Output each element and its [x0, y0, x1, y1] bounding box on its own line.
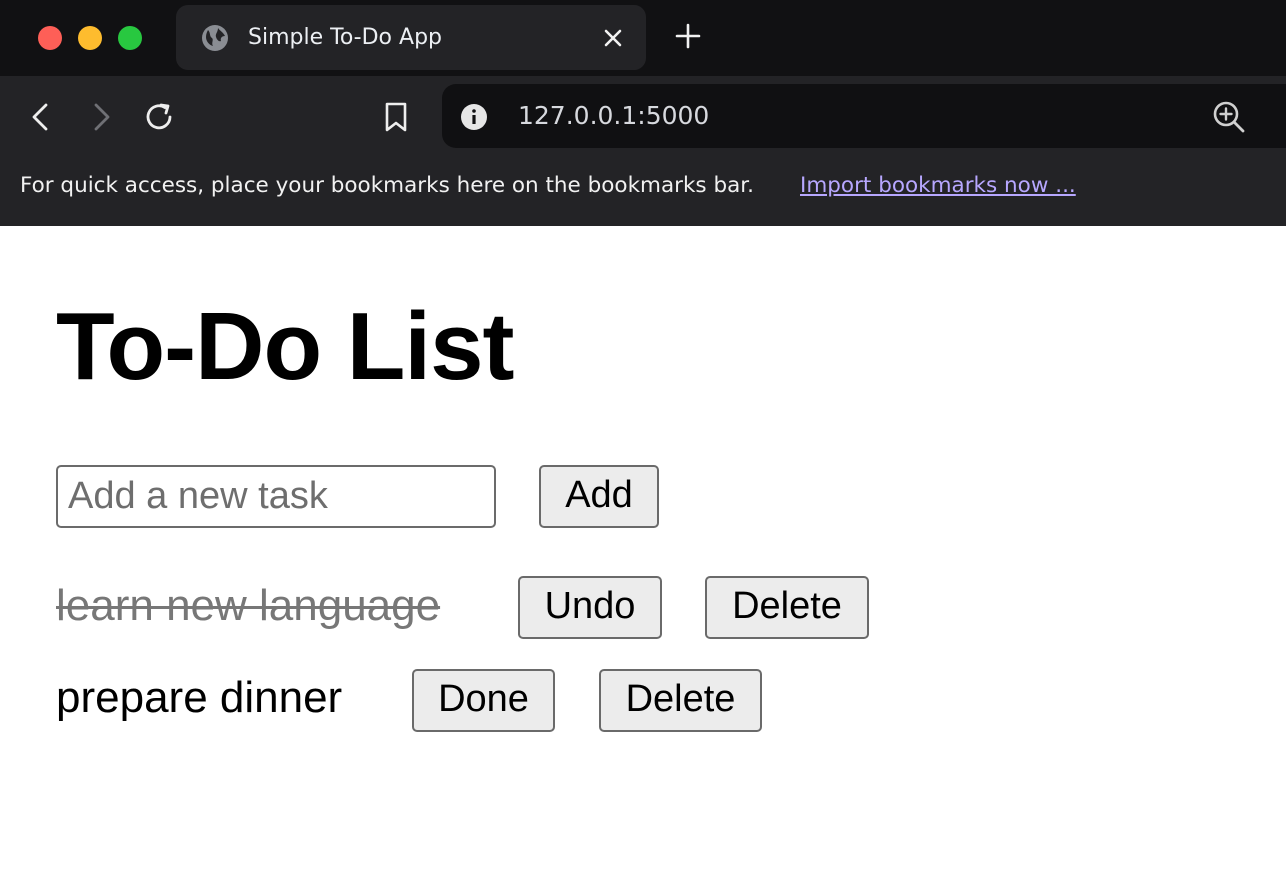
task-text: prepare dinner — [56, 673, 343, 722]
reload-icon[interactable] — [143, 100, 177, 134]
add-button[interactable]: Add — [539, 465, 659, 528]
page-title: To-Do List — [56, 293, 514, 400]
close-window-button[interactable] — [38, 26, 62, 50]
delete-button[interactable]: Delete — [599, 669, 762, 732]
info-icon[interactable] — [460, 103, 488, 131]
bookmarks-bar: For quick access, place your bookmarks h… — [0, 156, 1286, 226]
globe-icon — [202, 25, 228, 51]
bookmarks-bar-message: For quick access, place your bookmarks h… — [20, 173, 754, 198]
minimize-window-button[interactable] — [78, 26, 102, 50]
tab-title: Simple To-Do App — [248, 25, 442, 50]
delete-button[interactable]: Delete — [705, 576, 869, 639]
back-arrow-icon[interactable] — [24, 100, 58, 134]
maximize-window-button[interactable] — [118, 26, 142, 50]
done-button[interactable]: Done — [412, 669, 555, 732]
import-bookmarks-link[interactable]: Import bookmarks now ... — [800, 173, 1076, 198]
new-task-input[interactable] — [56, 465, 496, 528]
address-bar[interactable]: 127.0.0.1:5000 — [442, 84, 1286, 148]
tab-strip: Simple To-Do App — [0, 0, 1286, 76]
tab-simple-todo-app[interactable]: Simple To-Do App — [176, 5, 646, 70]
plus-icon[interactable] — [674, 22, 702, 50]
url-text[interactable]: 127.0.0.1:5000 — [518, 101, 709, 130]
browser-toolbar: 127.0.0.1:5000 — [0, 76, 1286, 156]
close-icon[interactable] — [602, 27, 624, 49]
task-text-completed: learn new language — [56, 581, 441, 630]
undo-button[interactable]: Undo — [518, 576, 662, 639]
forward-arrow-icon[interactable] — [84, 100, 118, 134]
bookmark-icon[interactable] — [381, 100, 411, 134]
zoom-in-icon[interactable] — [1212, 100, 1246, 134]
page-content: To-Do List Add learn new language Undo D… — [0, 226, 1286, 888]
